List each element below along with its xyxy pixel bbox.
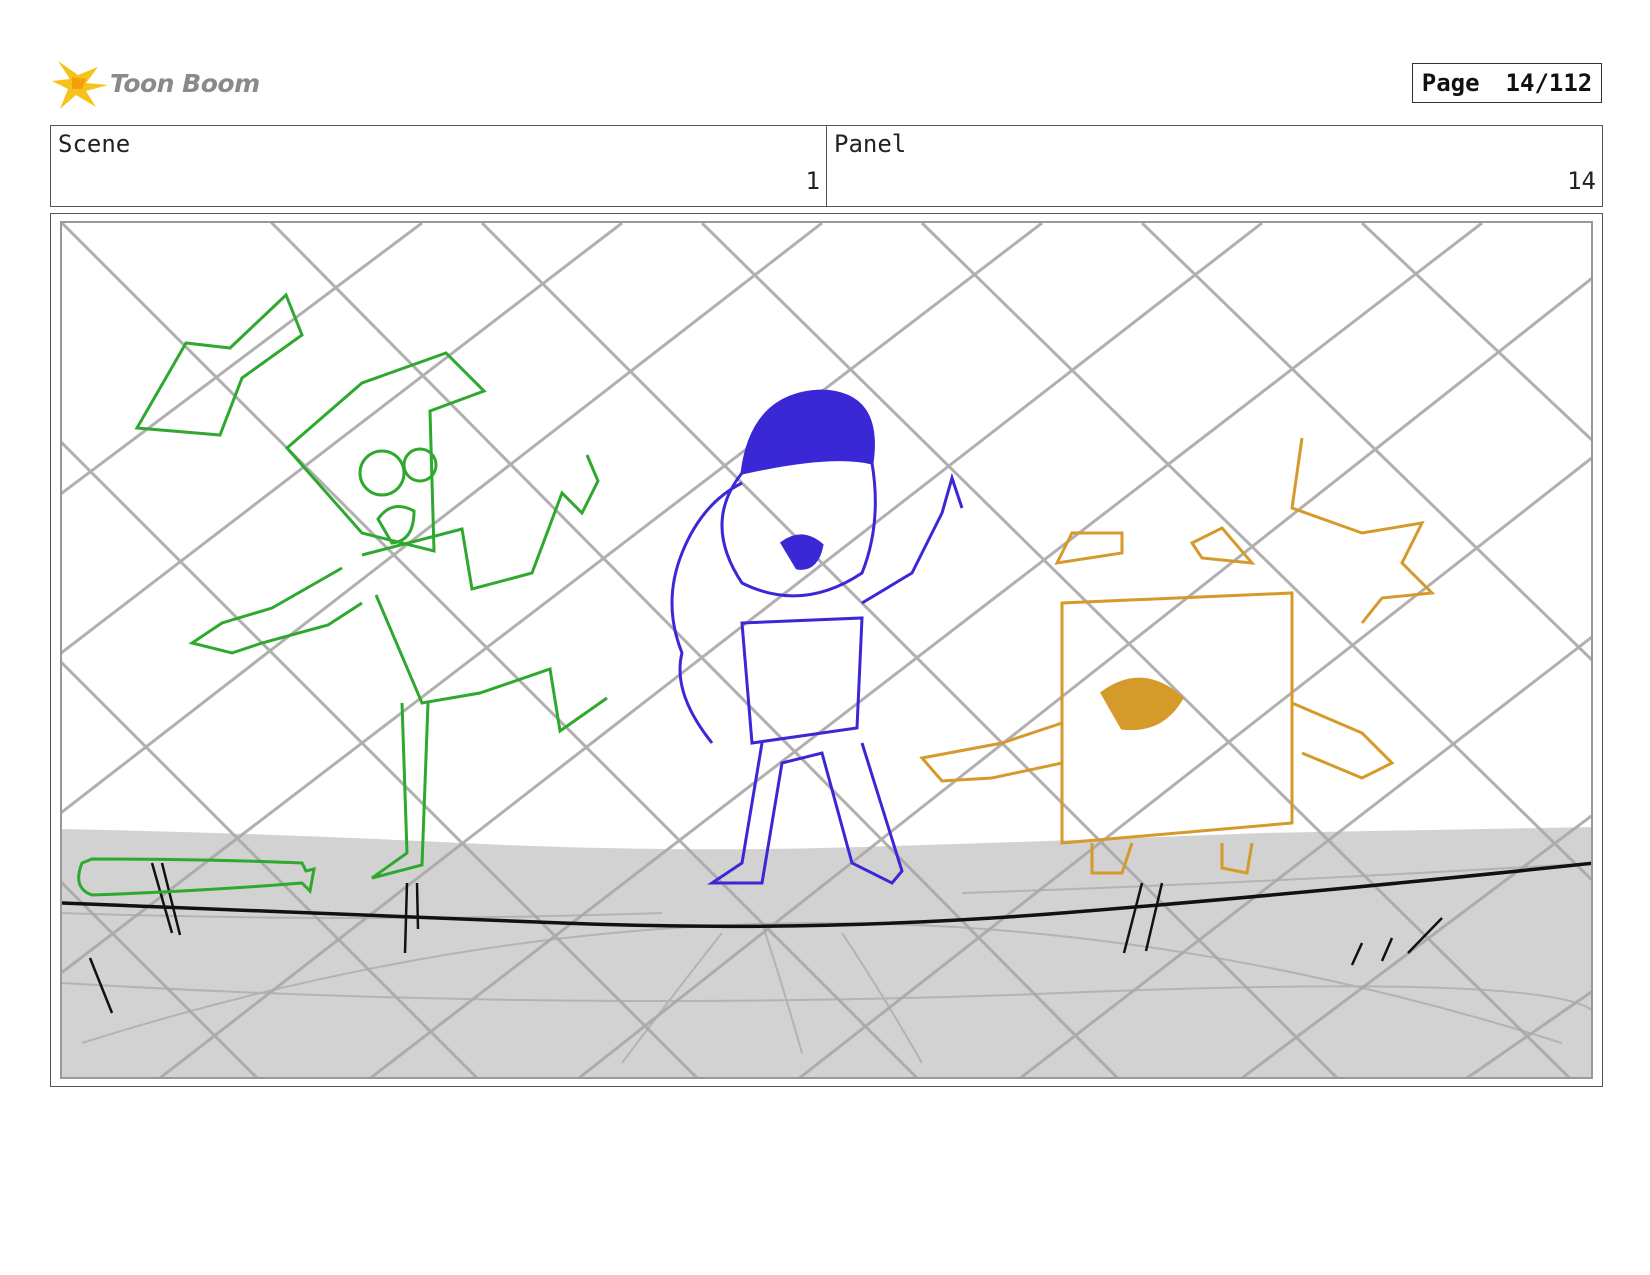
toon-boom-logo: Toon Boom [52,55,262,115]
starburst-icon [52,61,108,109]
panel-value: 14 [1567,167,1596,195]
sketch-artwork [62,223,1591,1077]
storyboard-drawing [60,221,1593,1079]
panel-cell: Panel 14 [826,126,1602,206]
page-label: Page [1421,69,1480,97]
page-number: 14/112 [1505,69,1593,97]
scene-panel-info: Scene 1 Panel 14 [50,125,1603,207]
scene-label: Scene [58,130,131,158]
logo-text: Toon Boom [110,69,260,98]
scene-cell: Scene 1 [51,126,826,206]
orange-box-character [919,437,1436,875]
scene-value: 1 [805,167,820,195]
ground [62,827,1591,1077]
page-indicator: Page 14/112 [1412,63,1602,103]
panel-label: Panel [834,130,907,158]
